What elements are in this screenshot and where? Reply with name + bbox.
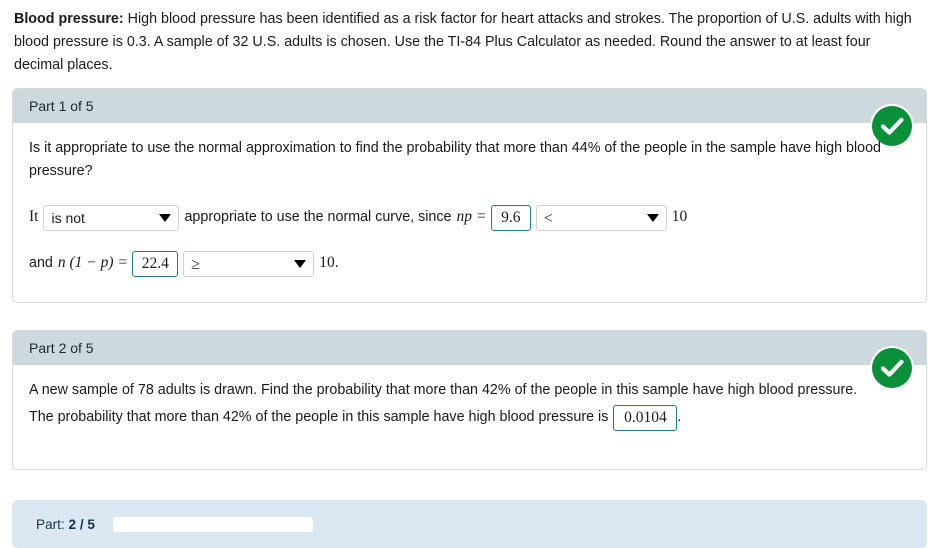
part-1-question: Is it appropriate to use the normal appr… (29, 140, 881, 179)
nq-comparator-value: ≥ (191, 255, 201, 273)
part-1-body: Is it appropriate to use the normal appr… (13, 123, 926, 293)
np-threshold-label: 10 (671, 208, 688, 226)
problem-statement: Blood pressure: High blood pressure has … (0, 0, 938, 77)
chevron-down-icon (159, 213, 172, 222)
part-2-answer-row: The probability that more than 42% of th… (29, 404, 910, 431)
nq-threshold-label: 10. (319, 254, 339, 272)
part-1-answer-row-1: It is not appropriate to use the normal … (29, 204, 910, 231)
part-2-header: Part 2 of 5 (13, 331, 926, 365)
row1-equals-label: = (477, 208, 486, 226)
part-1-header-label: Part 1 of 5 (29, 98, 94, 114)
progress-footer: Part: 2 / 5 (12, 500, 927, 548)
progress-bar (112, 516, 313, 532)
probability-answer-input[interactable]: 0.0104 (613, 404, 678, 431)
np-symbol-label: np (456, 208, 473, 226)
progress-label-text: Part: (36, 516, 65, 532)
row2-equals-label: = (118, 254, 128, 272)
part-2-card: Part 2 of 5 A new sample of 78 adults is… (12, 330, 927, 470)
np-comparator-value: < (543, 209, 553, 227)
nq-value-input[interactable]: 22.4 (132, 250, 179, 277)
appropriateness-select-value: is not (51, 209, 85, 226)
nq-symbol-label: n (1 − p) (57, 254, 114, 272)
problem-lead-label: Blood pressure: (14, 11, 124, 27)
chevron-down-icon (294, 259, 307, 268)
row2-prefix-label: and (29, 255, 53, 272)
part-2-header-label: Part 2 of 5 (29, 340, 94, 356)
np-comparator-select[interactable]: < (535, 204, 667, 231)
appropriateness-select[interactable]: is not (43, 204, 180, 231)
row1-middle-label: appropriate to use the normal curve, sin… (184, 209, 452, 226)
chevron-down-icon (646, 213, 659, 222)
nq-comparator-select[interactable]: ≥ (183, 250, 315, 277)
progress-counter: 2 / 5 (68, 516, 95, 532)
part-1-header: Part 1 of 5 (13, 89, 926, 123)
part-1-answer-row-2: and n (1 − p) = 22.4 ≥ 10. (29, 250, 910, 277)
row1-prefix-label: It (29, 208, 39, 226)
part-2-answer-suffix: . (677, 409, 682, 426)
problem-body-text: High blood pressure has been identified … (14, 11, 912, 74)
part-2-question: A new sample of 78 adults is drawn. Find… (29, 382, 858, 398)
part-2-body: A new sample of 78 adults is drawn. Find… (13, 365, 926, 447)
part-2-answer-prompt: The probability that more than 42% of th… (29, 409, 609, 426)
progress-label: Part: 2 / 5 (36, 517, 95, 532)
np-value-input[interactable]: 9.6 (490, 204, 531, 231)
part-1-card: Part 1 of 5 Is it appropriate to use the… (12, 88, 927, 303)
